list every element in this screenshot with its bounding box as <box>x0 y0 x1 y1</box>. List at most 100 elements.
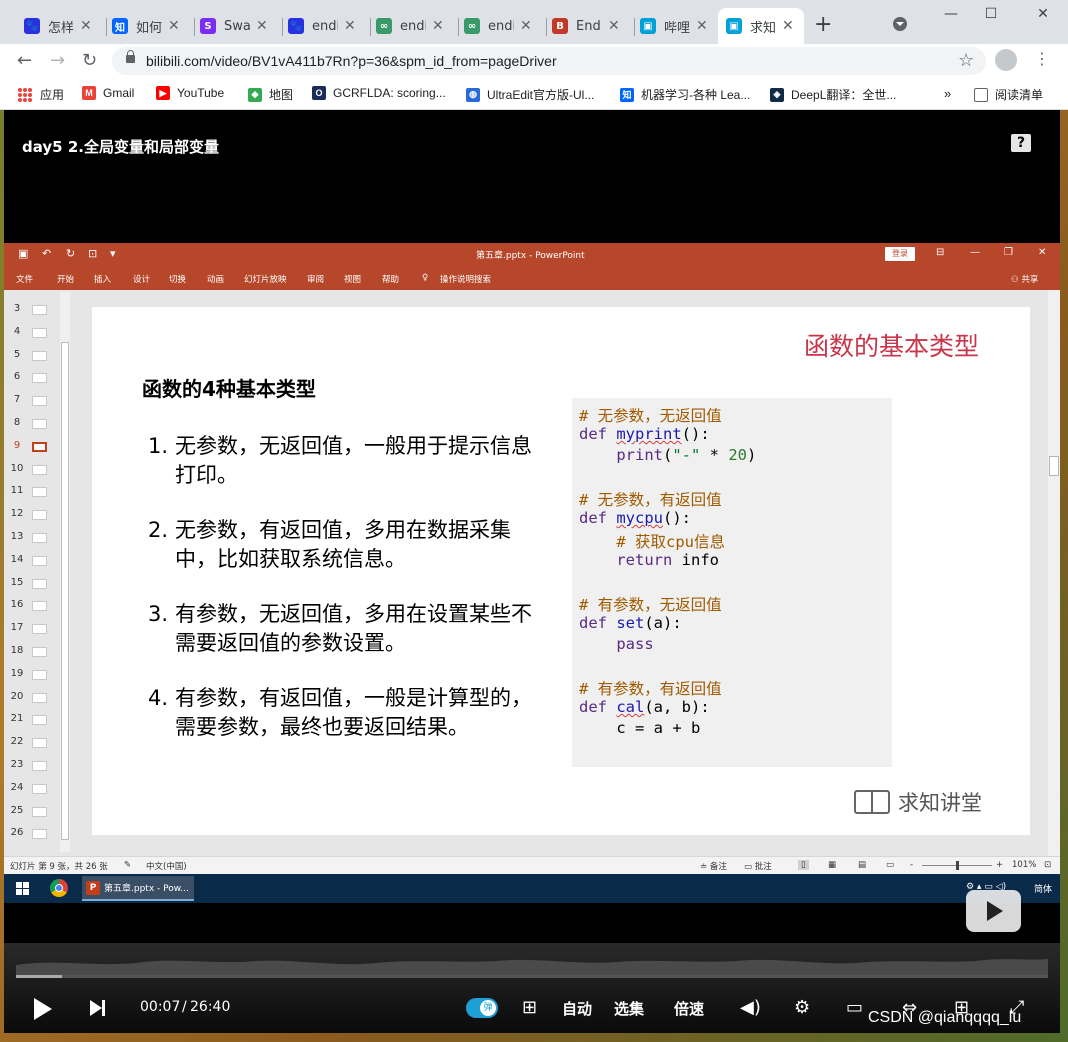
next-episode-icon[interactable] <box>90 1000 105 1016</box>
slide-number: 21 <box>10 713 24 725</box>
slide-thumbnail-image <box>32 692 47 703</box>
browser-tab[interactable]: 知如何 ✕ <box>104 8 190 44</box>
list-item: 2. 无参数，有返回值，多用在数据采集中，比如获取系统信息。 <box>148 518 511 571</box>
time-separator: / <box>182 999 187 1015</box>
profile-avatar[interactable] <box>995 49 1017 71</box>
lock-icon[interactable] <box>126 50 135 63</box>
slide-count-status: 幻灯片 第 9 张，共 26 张 <box>10 862 108 872</box>
browser-tab[interactable]: ▣ 求知 ✕ <box>718 8 804 44</box>
slide-number: 3 <box>13 303 21 314</box>
bookmark-label: 应用 <box>40 88 65 102</box>
slide-thumbnail-image <box>32 783 47 794</box>
tab-title: Swa <box>224 18 250 34</box>
book-icon <box>854 790 890 814</box>
browser-tab[interactable]: ∞ endi ✕ <box>368 8 454 44</box>
danmu-settings-icon[interactable]: ⊞ <box>522 997 537 1018</box>
slide-thumbnail: 3 <box>4 301 64 323</box>
watermark: CSDN @qianqqqq_lu <box>868 1009 1022 1026</box>
bookmark-item[interactable]: 知机器学习-各种 Lea... <box>620 86 750 103</box>
slide-number: 8 <box>13 417 21 428</box>
video-bottom-area <box>4 903 1060 943</box>
url-text[interactable]: bilibili.com/video/BV1vA411b7Rn?p=36&spm… <box>146 53 557 69</box>
tab-favicon-icon: ∞ <box>376 18 392 34</box>
help-icon[interactable]: ? <box>1011 134 1031 152</box>
close-window-button[interactable]: ✕ <box>1020 6 1066 22</box>
browser-tab[interactable]: 🐾 怎样 ✕ <box>16 8 102 44</box>
browser-tab[interactable]: 🐾 endi ✕ <box>280 8 366 44</box>
tab-title: endi <box>400 18 426 34</box>
new-tab-button[interactable]: + <box>814 12 832 37</box>
bookmark-item[interactable]: ▶ YouTube <box>156 86 224 100</box>
ribbon-tab: 插入 <box>94 275 112 285</box>
play-icon[interactable] <box>34 998 52 1020</box>
list-item: 4. 有参数，有返回值，一般是计算型的，需要参数，最终也要返回结果。 <box>148 686 532 739</box>
tab-title: 如何 <box>136 20 162 36</box>
slide-stage: 函数的基本类型 函数的4种基本类型 1. 无参数，无返回值，一般用于提示信息打印。… <box>74 290 1050 856</box>
video-title: day5 2.全局变量和局部变量 <box>22 138 219 156</box>
bookmark-item[interactable]: O GCRFLDA: scoring... <box>312 86 446 100</box>
ribbon-tab: 动画 <box>207 275 225 285</box>
big-play-icon[interactable] <box>966 890 1021 932</box>
pip-icon[interactable]: ▭ <box>846 997 863 1018</box>
volume-icon[interactable]: ◀) <box>740 997 761 1018</box>
bookmarks-more-button[interactable]: » <box>944 86 951 101</box>
tab-close-icon[interactable]: ✕ <box>344 18 356 34</box>
ribbon-tab: 切换 <box>169 275 187 285</box>
tab-close-icon[interactable]: ✕ <box>80 18 92 34</box>
bookmark-star-icon[interactable]: ☆ <box>958 50 974 71</box>
progress-bar[interactable] <box>16 975 1048 978</box>
episodes-button[interactable]: 选集 <box>614 998 644 1019</box>
tab-close-icon[interactable]: ✕ <box>432 18 444 34</box>
tab-close-icon[interactable]: ✕ <box>696 18 708 34</box>
tab-title: endi <box>488 18 514 34</box>
slide-thumbnail-image <box>32 327 47 338</box>
ppt-restore-icon: ❐ <box>1004 247 1013 258</box>
gcrflda-icon: O <box>312 86 326 100</box>
quality-button[interactable]: 自动 <box>562 998 592 1019</box>
tab-favicon-icon: 知 <box>112 18 128 34</box>
slide-thumbnail: 23 <box>4 757 64 779</box>
slide-thumbnail-image <box>32 761 47 771</box>
bookmark-item[interactable]: M Gmail <box>82 86 134 100</box>
menu-icon[interactable]: ⋮ <box>1034 49 1050 68</box>
forward-icon[interactable]: → <box>50 50 65 71</box>
danmu-toggle[interactable]: 弹 <box>466 998 498 1018</box>
slide-scrollbar <box>1048 290 1060 856</box>
normal-view-icon: ▯ <box>798 860 809 870</box>
tab-close-icon[interactable]: ✕ <box>782 18 794 34</box>
youtube-icon: ▶ <box>156 86 170 100</box>
tab-favicon-icon: ▣ <box>640 18 656 34</box>
slide-number: 19 <box>10 667 24 679</box>
reading-list-button[interactable]: 阅读清单 <box>974 86 1043 103</box>
tab-close-icon[interactable]: ✕ <box>256 18 268 34</box>
slide-thumbnail: 15 <box>4 575 64 597</box>
tab-close-icon[interactable]: ✕ <box>608 18 620 34</box>
bookmark-item[interactable]: ◈ DeepL翻译：全世... <box>770 86 896 103</box>
slide-thumbnail: 19 <box>4 666 64 688</box>
bookmark-item[interactable]: 应用 <box>18 86 64 103</box>
tab-search-icon[interactable] <box>893 17 907 31</box>
tab-close-icon[interactable]: ✕ <box>168 18 180 34</box>
browser-tab[interactable]: ∞ endi ✕ <box>456 8 542 44</box>
ppt-close-icon: ✕ <box>1038 247 1047 258</box>
tab-close-icon[interactable]: ✕ <box>520 18 532 34</box>
address-bar[interactable]: bilibili.com/video/BV1vA411b7Rn?p=36&spm… <box>112 47 986 75</box>
browser-tab[interactable]: B End ✕ <box>544 8 630 44</box>
reload-icon[interactable]: ↻ <box>82 50 97 71</box>
slide-number: 26 <box>10 827 24 839</box>
slide-thumbnail: 26 <box>4 825 64 847</box>
bookmark-item[interactable]: ◍ UltraEdit官方版-Ul... <box>466 86 594 103</box>
ppt-status-bar: 幻灯片 第 9 张，共 26 张 ✎ 中文(中国) ≐ 备注 ▭ 批注 ▯ ▦ … <box>4 856 1060 874</box>
maximize-button[interactable]: ☐ <box>968 6 1014 22</box>
settings-icon[interactable]: ⚙ <box>794 997 810 1018</box>
slide-thumbnail-image <box>32 624 47 635</box>
back-icon[interactable]: ← <box>17 50 32 71</box>
browser-tab[interactable]: ▣ 哔哩 ✕ <box>632 8 718 44</box>
bookmark-label: 地图 <box>269 88 294 102</box>
slide-number: 7 <box>13 394 21 406</box>
total-time: 26:40 <box>190 999 231 1015</box>
browser-tab[interactable]: S Swa ✕ <box>192 8 278 44</box>
speed-button[interactable]: 倍速 <box>674 998 704 1019</box>
bookmark-item[interactable]: ◆ 地图 <box>248 86 293 103</box>
ime-indicator: 简体 <box>1034 885 1053 895</box>
